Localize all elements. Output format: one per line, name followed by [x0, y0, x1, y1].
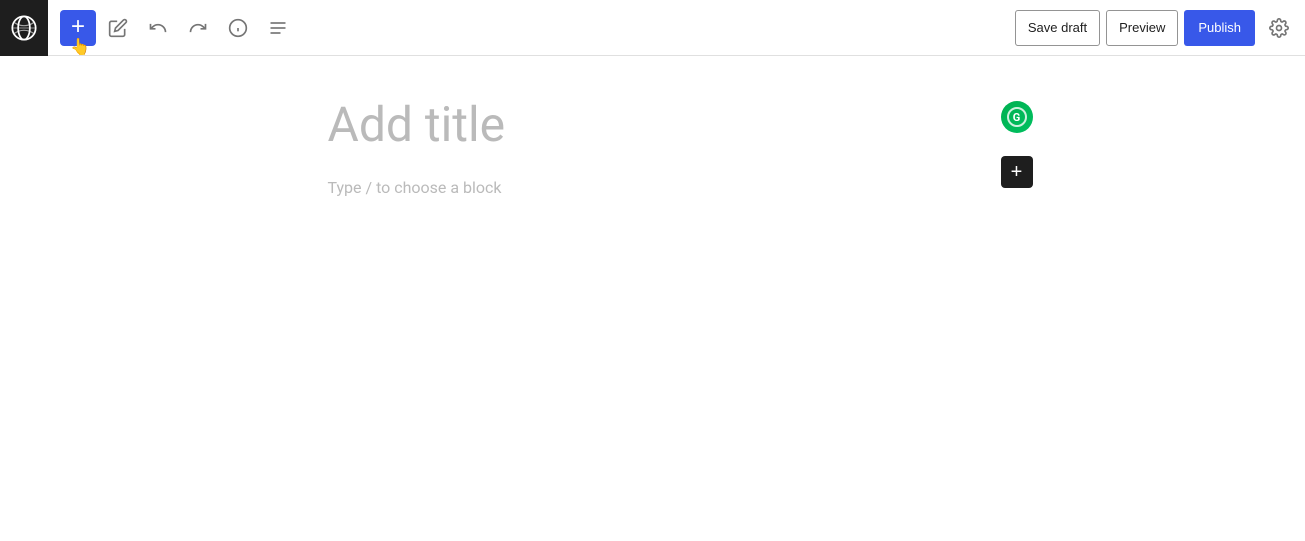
toolbar-left: + 👆	[8, 0, 1015, 56]
title-input[interactable]: Add title	[328, 96, 978, 154]
editor-content: G + Add title Type / to choose a block	[328, 96, 978, 541]
editor-area: G + Add title Type / to choose a block	[0, 56, 1305, 541]
redo-icon	[188, 18, 208, 38]
plus-icon: +	[71, 15, 85, 39]
block-input[interactable]: Type / to choose a block	[328, 178, 978, 197]
plus-icon-inline: +	[1011, 162, 1023, 182]
edit-tool-button[interactable]	[100, 10, 136, 46]
gear-icon	[1269, 18, 1289, 38]
wordpress-logo[interactable]	[0, 0, 48, 56]
redo-button[interactable]	[180, 10, 216, 46]
grammarly-logo: G	[1007, 107, 1027, 127]
add-block-button[interactable]: + 👆	[60, 10, 96, 46]
list-icon	[268, 18, 288, 38]
grammarly-icon[interactable]: G	[1001, 101, 1033, 133]
toolbar-right: Save draft Preview Publish	[1015, 10, 1297, 46]
settings-button[interactable]	[1261, 10, 1297, 46]
add-block-inline-button[interactable]: +	[1001, 156, 1033, 188]
undo-icon	[148, 18, 168, 38]
toolbar: + 👆	[0, 0, 1305, 56]
undo-button[interactable]	[140, 10, 176, 46]
info-button[interactable]	[220, 10, 256, 46]
save-draft-button[interactable]: Save draft	[1015, 10, 1100, 46]
preview-button[interactable]: Preview	[1106, 10, 1178, 46]
info-icon	[228, 18, 248, 38]
publish-button[interactable]: Publish	[1184, 10, 1255, 46]
pencil-icon	[108, 18, 128, 38]
list-view-button[interactable]	[260, 10, 296, 46]
